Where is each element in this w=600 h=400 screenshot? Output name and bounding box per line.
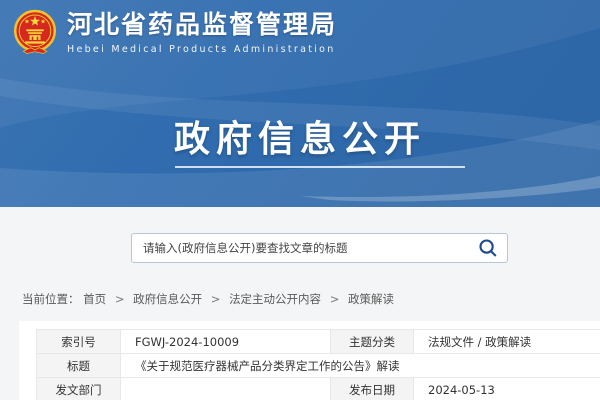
table-row-title: 标题 《关于规范医疗器械产品分类界定工作的公告》解读: [37, 354, 600, 378]
page: 河北省药品监督管理局 Hebei Medical Products Admini…: [0, 0, 600, 400]
search-input[interactable]: [132, 234, 469, 262]
breadcrumb-item-policy-interpretation[interactable]: 政策解读: [348, 292, 394, 306]
document-info-table: 索引号 FGWJ-2024-10009 主题分类 法规文件 / 政策解读 标题 …: [36, 329, 600, 400]
table-row-department-date: 发文部门 发布日期 2024-05-13: [37, 378, 600, 400]
breadcrumb-item-statutory-disclosure[interactable]: 法定主动公开内容: [229, 292, 321, 306]
banner-title: 政府信息公开: [0, 110, 600, 162]
breadcrumb-separator: >: [330, 292, 340, 306]
site-title: 河北省药品监督管理局: [67, 11, 337, 40]
category-value: 法规文件 / 政策解读: [414, 330, 600, 354]
breadcrumb-item-gov-info-disclosure[interactable]: 政府信息公开: [133, 292, 202, 306]
national-emblem-logo: [13, 7, 57, 59]
breadcrumb-item-home[interactable]: 首页: [83, 292, 106, 306]
index-no-label: 索引号: [37, 330, 121, 354]
department-label: 发文部门: [37, 378, 121, 400]
date-label: 发布日期: [331, 378, 414, 400]
breadcrumb-prefix: 当前位置：: [22, 292, 80, 306]
date-value: 2024-05-13: [414, 378, 600, 400]
table-row-index-category: 索引号 FGWJ-2024-10009 主题分类 法规文件 / 政策解读: [37, 330, 600, 354]
search-icon: [478, 238, 498, 258]
breadcrumb: 当前位置： 首页 > 政府信息公开 > 法定主动公开内容 > 政策解读: [22, 291, 394, 307]
title-label: 标题: [37, 354, 121, 378]
department-value: [121, 378, 331, 400]
title-value: 《关于规范医疗器械产品分类界定工作的公告》解读: [121, 354, 600, 378]
brand: 河北省药品监督管理局 Hebei Medical Products Admini…: [13, 7, 337, 59]
category-label: 主题分类: [331, 330, 414, 354]
breadcrumb-separator: >: [211, 292, 221, 306]
site-header: 河北省药品监督管理局 Hebei Medical Products Admini…: [0, 0, 600, 207]
breadcrumb-separator: >: [115, 292, 125, 306]
search-box: [131, 233, 508, 263]
banner-underline: [175, 166, 465, 168]
index-no-value: FGWJ-2024-10009: [121, 330, 331, 354]
site-subtitle: Hebei Medical Products Administration: [67, 44, 337, 55]
search-button[interactable]: [469, 234, 507, 262]
brand-text: 河北省药品监督管理局 Hebei Medical Products Admini…: [67, 11, 337, 55]
